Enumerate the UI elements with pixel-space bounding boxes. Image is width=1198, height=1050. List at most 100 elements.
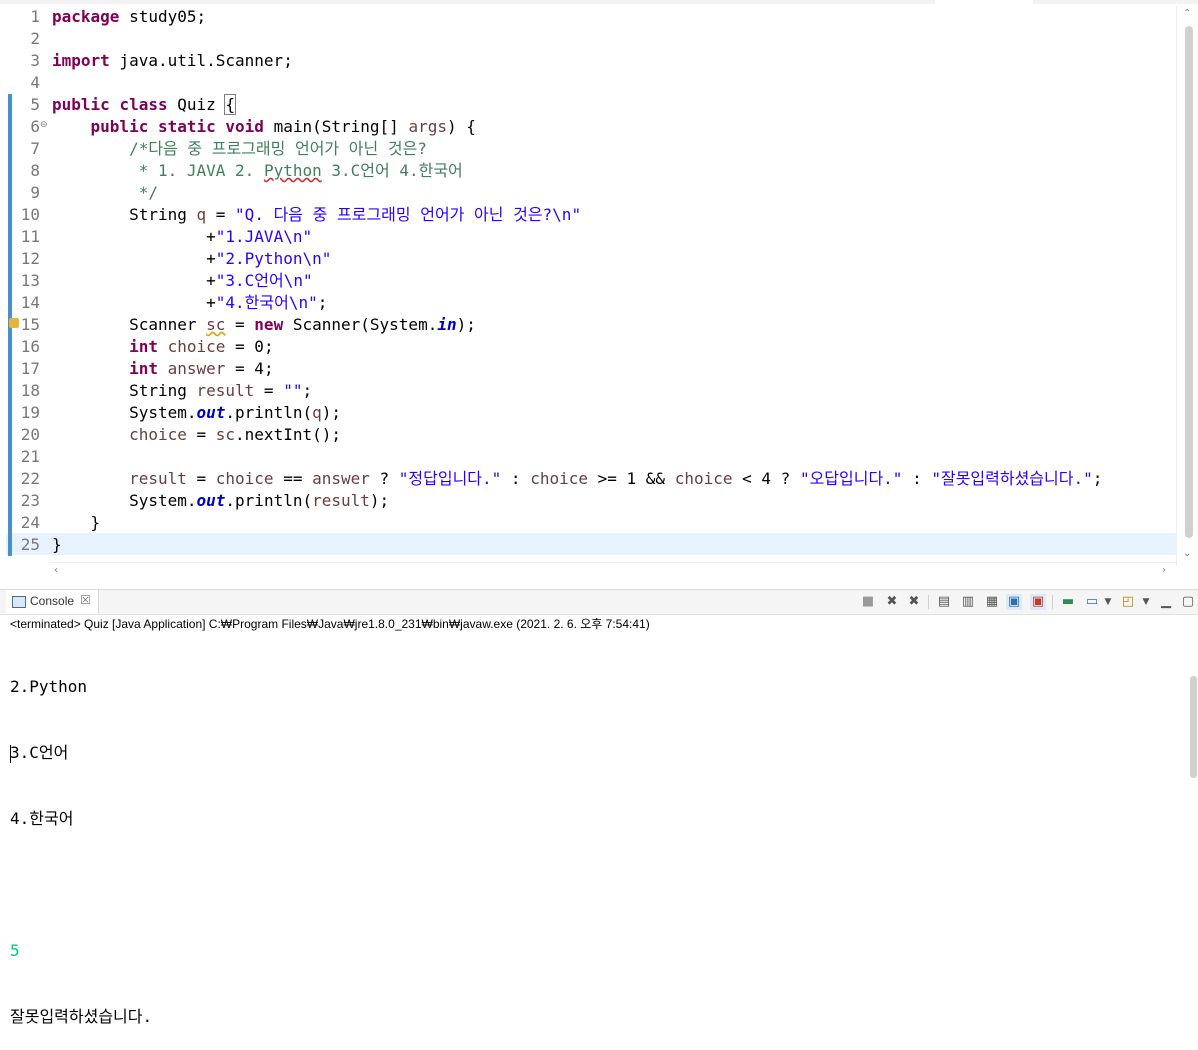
remove-launch-icon[interactable]: ✖ <box>884 594 900 610</box>
open-console-icon[interactable]: ◰ <box>1120 594 1136 610</box>
operator: + <box>206 271 216 290</box>
code-line-19[interactable]: System.out.println(q); <box>52 402 341 424</box>
scroll-down-arrow-icon[interactable]: ⌄ <box>1183 548 1191 559</box>
remove-all-terminated-icon[interactable]: ✖ <box>906 594 922 610</box>
operator: + <box>206 227 216 246</box>
code-line-23[interactable]: System.out.println(result); <box>52 490 389 512</box>
tab-console[interactable]: Console ☒ <box>6 590 99 614</box>
console-output-line: 2.Python <box>10 677 88 696</box>
matching-bracket: { <box>224 94 237 115</box>
code-line-10[interactable]: String q = "Q. 다음 중 프로그래밍 언어가 아닌 것은?\n" <box>52 204 581 226</box>
chevron-down-icon[interactable]: ▼ <box>1100 594 1116 610</box>
console-result-line: 잘못입력하셨습니다. <box>10 1007 153 1026</box>
code-line-15[interactable]: Scanner sc = new Scanner(System.in); <box>52 314 476 336</box>
line-number: 16 <box>20 337 40 356</box>
toolbar-separator <box>928 595 929 609</box>
scroll-lock-icon[interactable]: ▥ <box>960 594 976 610</box>
chevron-down-icon[interactable]: ▼ <box>1138 594 1154 610</box>
static-field: out <box>196 403 226 422</box>
code-line-9[interactable]: */ <box>52 182 158 204</box>
line-number: 20 <box>20 425 40 444</box>
line-number: 2 <box>30 29 40 48</box>
word-wrap-icon[interactable]: ▦ <box>984 594 1000 610</box>
local-variable: answer <box>157 359 226 378</box>
code-line-14[interactable]: +"4.한국어\n"; <box>52 292 327 314</box>
show-on-stderr-icon[interactable]: ▣ <box>1030 594 1046 610</box>
scroll-up-arrow-icon[interactable]: ⌃ <box>1183 8 1191 19</box>
code-text: Scanner(System. <box>283 315 438 334</box>
clear-console-icon[interactable]: ▤ <box>936 594 952 610</box>
local-variable: result <box>196 381 255 400</box>
comment: */ <box>138 183 158 202</box>
type: String <box>129 381 197 400</box>
line-number: 3 <box>30 51 40 70</box>
code-text: = 0; <box>225 337 274 356</box>
console-user-input: 5 <box>10 941 20 960</box>
line-number: 19 <box>20 403 40 422</box>
code-text: : <box>501 469 531 488</box>
code-line-25[interactable]: } <box>52 534 62 556</box>
editor-vertical-scrollbar[interactable]: ⌃ ⌄ <box>1176 6 1198 566</box>
editor-horizontal-scrollbar[interactable]: ‹ › <box>50 562 1176 581</box>
code-line-16[interactable]: int choice = 0; <box>52 336 274 358</box>
code-line-8[interactable]: * 1. JAVA 2. Python 3.C언어 4.한국어 <box>52 160 463 182</box>
code-text: ); <box>321 403 342 422</box>
code-line-3[interactable]: import java.util.Scanner; <box>52 50 293 72</box>
code-line-22[interactable]: result = choice == answer ? "정답입니다." : c… <box>52 468 1102 490</box>
keyword: int <box>129 337 158 356</box>
editor-tab-hint <box>935 0 1033 4</box>
terminate-icon[interactable]: ■ <box>860 594 876 610</box>
code-line-24[interactable]: } <box>52 512 101 534</box>
fold-toggle-icon[interactable]: ⊖ <box>40 120 48 130</box>
console-scroll-thumb[interactable] <box>1190 676 1197 778</box>
code-editor[interactable]: 1 2 3 4 5 6 7 8 9 10 11 12 13 14 15 16 1… <box>0 0 1198 582</box>
local-variable: choice <box>215 469 274 488</box>
code-text: = 4; <box>225 359 274 378</box>
code-text: study05; <box>119 7 207 26</box>
pin-console-icon[interactable]: ▬ <box>1060 594 1076 610</box>
show-on-stdout-icon[interactable]: ▣ <box>1006 594 1022 610</box>
scroll-right-arrow-icon[interactable]: › <box>1162 565 1166 576</box>
code-text: java.util.Scanner; <box>109 51 293 70</box>
line-number: 13 <box>20 271 40 290</box>
code-text: .nextInt(); <box>235 425 341 444</box>
console-output[interactable]: 2.Python 3.C언어 4.한국어 5 잘못입력하셨습니다. <box>10 632 1180 1050</box>
code-line-20[interactable]: choice = sc.nextInt(); <box>52 424 341 446</box>
class-name: Quiz <box>167 95 226 114</box>
editor-scroll-thumb[interactable] <box>1185 26 1193 538</box>
string-literal: "" <box>283 381 303 400</box>
keyword: public <box>90 117 149 136</box>
static-field: out <box>196 491 226 510</box>
scroll-left-arrow-icon[interactable]: ‹ <box>54 565 58 576</box>
parameter: args <box>408 117 447 136</box>
code-line-11[interactable]: +"1.JAVA\n" <box>52 226 312 248</box>
operator: + <box>206 293 216 312</box>
code-text: = <box>186 469 216 488</box>
local-variable: choice <box>129 425 187 444</box>
keyword: public <box>52 95 110 114</box>
code-line-6[interactable]: public static void main(String[] args) { <box>52 116 476 138</box>
close-icon[interactable]: ☒ <box>80 593 91 607</box>
code-line-1[interactable]: package study05; <box>52 6 206 28</box>
local-variable: choice <box>674 469 733 488</box>
keyword: static <box>157 117 216 136</box>
display-selected-console-icon[interactable]: ▭ <box>1084 594 1100 610</box>
keyword: import <box>52 51 110 70</box>
minimize-icon[interactable]: ▁ <box>1158 594 1174 610</box>
code-line-13[interactable]: +"3.C언어\n" <box>52 270 313 292</box>
code-line-7[interactable]: /*다음 중 프로그래밍 언어가 아닌 것은? <box>52 138 427 160</box>
code-line-17[interactable]: int answer = 4; <box>52 358 274 380</box>
static-field: in <box>437 315 457 334</box>
console-vertical-scrollbar[interactable] <box>1188 632 1198 778</box>
code-line-5[interactable]: public class Quiz { <box>52 94 237 116</box>
keyword: package <box>52 7 120 26</box>
string-literal: "정답입니다." <box>398 469 502 488</box>
code-line-12[interactable]: +"2.Python\n" <box>52 248 331 270</box>
code-line-18[interactable]: String result = ""; <box>52 380 312 402</box>
maximize-icon[interactable]: ▢ <box>1180 594 1196 610</box>
